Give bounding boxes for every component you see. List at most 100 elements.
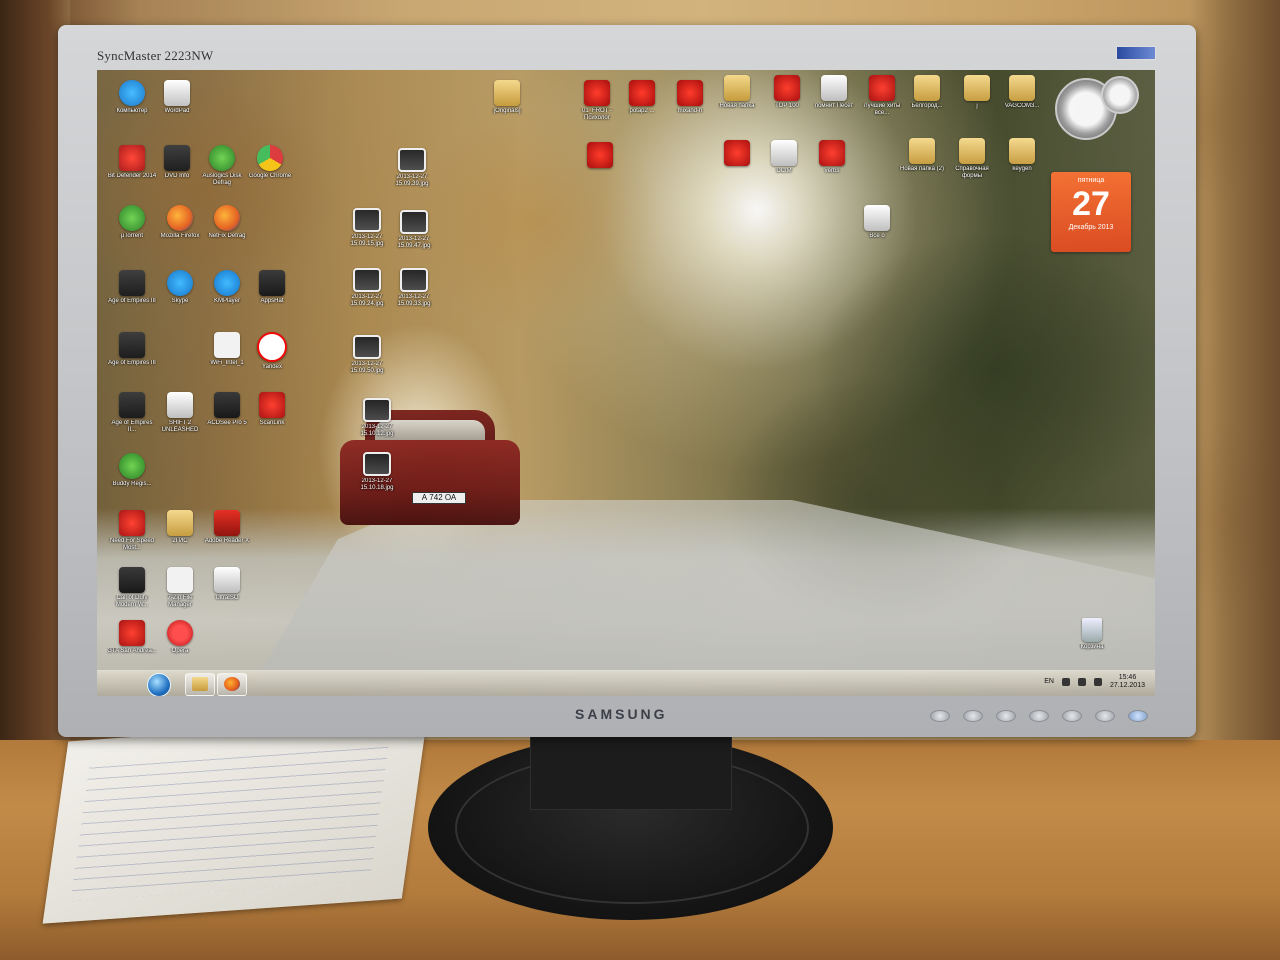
desktop-icon-aoe2[interactable]: Age of Empires III [107,332,157,367]
desktop-icon-2gis[interactable]: 2ГИС [155,510,205,545]
desktop-icon-netfix[interactable]: NetFix Defrag [202,205,252,240]
desktop-icon-label: AppsHat [260,298,284,304]
desktop-icon-top100[interactable]: TOP 100 [762,75,812,110]
recycle-bin[interactable]: Корзина [1072,618,1112,651]
desktop-icon-photo-2[interactable]: 2013-12-27 15.09.15.jpg [342,208,392,248]
desktop-icon-originals[interactable]: [Originals] [482,80,532,115]
desktop-icon-yahoo[interactable]: Bit Defender 2014 [107,145,157,180]
mp3-icon [587,142,613,168]
desktop-icon-label: Need For Speed Most... [109,538,155,551]
desktop-icon-photo-5[interactable]: 2013-12-27 15.09.33.jpg [389,268,439,308]
desktop-icon-label: NetFix Defrag [208,233,246,239]
desktop-icon-label: ACDSee Pro 5 [207,420,247,426]
desktop-icon-photo-3[interactable]: 2013-12-27 15.09.47.jpg [389,210,439,250]
desktop-icon-buddy[interactable]: Buddy Regis... [107,453,157,488]
desktop-icon-luchshie[interactable]: Лучшие хиты все... [857,75,907,117]
image-icon [353,268,381,292]
desktop-icon-ultraiso[interactable]: UltraISO [202,567,252,602]
monitor-power-button[interactable] [1128,710,1148,722]
desktop-icon-media-4[interactable]: verbs [807,140,857,175]
monitor-button-enter[interactable] [1062,710,1082,722]
desktop-icon-mp3-3[interactable]: mixand-h [665,80,715,115]
desktop-icon-opera[interactable]: Opera [155,620,205,655]
game-icon [119,392,145,418]
desktop-icon-label: KMPlayer [213,298,240,304]
monitor-button-magic[interactable] [963,710,983,722]
desktop-icon-photo-8[interactable]: 2013-12-27 15.10.18.jpg [352,452,402,492]
desktop-icon-folder-new-1[interactable]: Новая папка [712,75,762,110]
desktop-icon-folder-new-2[interactable]: Новая папка (2) [897,138,947,173]
desktop-icon-skype[interactable]: Skype [155,270,205,305]
desktop-icon-shift2[interactable]: SHIFT 2 UNLEASHED [155,392,205,434]
desktop-icon-photo-4[interactable]: 2013-12-27 15.09.24.jpg [342,268,392,308]
desktop-icon-mp3-4[interactable] [575,142,625,170]
energy-sticker [1116,46,1156,60]
desktop-icon-appshat[interactable]: AppsHat [247,270,297,305]
desktop-icon-pomnit[interactable]: помнит Песет [809,75,859,110]
desktop-icon-label: Opera [171,648,189,654]
desktop-icon-label: Age of Empires III [108,298,156,304]
desktop-icon-scanlink[interactable]: ScanLink [247,392,297,427]
car-license-plate: А 742 ОА [412,492,466,504]
desktop-icon-label: 2013-12-27 15.09.39.jpg [395,174,429,187]
monitor-button-menu[interactable] [930,710,950,722]
desktop-icon-aoe3[interactable]: Age of Empires II... [107,392,157,434]
desktop-icon-yandex[interactable]: Yandex [247,332,297,371]
desktop-icon-word[interactable]: WordPad [152,80,202,115]
desktop-icon-gta[interactable]: GTA San Andrea... [107,620,157,655]
desktop-icon-keygen[interactable]: keygen [997,138,1047,173]
taskbar-firefox-button[interactable] [217,673,247,696]
desktop-icon-spravka[interactable]: Справочная формы [947,138,997,180]
language-indicator[interactable]: EN [1044,678,1054,686]
desktop-icon-vce[interactable]: Все о [852,205,902,240]
desktop-icon-mp3-1[interactable]: 01_FROT - Психолог [572,80,622,122]
desktop-icon-dvd[interactable]: DVD Info [152,145,202,180]
desktop-icon-label: Google Chrome [248,173,292,179]
ram-meter-gadget[interactable] [1101,76,1139,114]
desktop-icon-computer[interactable]: Компьютер [107,80,157,115]
desktop-icon-mp3-2[interactable]: potap2 ... [617,80,667,115]
desktop-icon-chrome[interactable]: Google Chrome [245,145,295,180]
desktop-icon-folder-j[interactable]: j [952,75,1002,110]
desktop-icon-label: µTorrent [120,233,144,239]
desktop-icon-media-2[interactable] [712,140,762,168]
desktop-icon-photo-7[interactable]: 2013-12-27 15.10.12.jpg [352,398,402,438]
recycle-bin-icon [1082,618,1102,642]
taskbar-explorer-button[interactable] [185,673,215,696]
desktop-icon-7zip[interactable]: 7-Zip File Manager [155,567,205,609]
desktop-icon-vagcom[interactable]: VAGCOM3... [997,75,1047,110]
desktop-icon-cod[interactable]: Call of Duty Modern W... [107,567,157,609]
desktop-icon-photo-6[interactable]: 2013-12-27 15.09.50.jpg [342,335,392,375]
desktop-icon-utorrent[interactable]: µTorrent [107,205,157,240]
monitor-button-auto[interactable] [1095,710,1115,722]
folder-icon [724,75,750,101]
windows-start-icon[interactable] [147,673,171,696]
desktop-icon-nfs[interactable]: Need For Speed Most... [107,510,157,552]
desktop-icon-dcim[interactable]: DCIM [759,140,809,175]
monitor-button-up[interactable] [1029,710,1049,722]
desktop-icon-photo-1[interactable]: 2013-12-27 15.09.39.jpg [387,148,437,188]
image-icon [353,335,381,359]
desktop-icon-diskdefrag[interactable]: Auslogics Disk Defrag [197,145,247,187]
folder-icon [192,677,208,691]
desktop-icon-kmplayer[interactable]: KMPlayer [202,270,252,305]
desktop-icon-wifi[interactable]: WiFi_Intel_1 [202,332,252,367]
desktop-icon-belgorod[interactable]: Белгород... [902,75,952,110]
calendar-gadget[interactable]: пятница 27 Декабрь 2013 [1051,172,1131,252]
desktop-icon-adobe[interactable]: Adobe Reader X [202,510,252,545]
tray-clock[interactable]: 15:46 27.12.2013 [1110,674,1145,690]
app-icon [214,270,240,296]
desktop-icon-label: DCIM [776,168,792,174]
desktop-icon-aoe[interactable]: Age of Empires III [107,270,157,305]
monitor-button-down[interactable] [996,710,1016,722]
tray-network-icon[interactable] [1061,678,1070,686]
desktop-icon-firefox[interactable]: Mozilla Firefox [155,205,205,240]
desktop-icon-label: Call of Duty Modern W... [115,595,149,608]
desktop-icon-acdsee[interactable]: ACDSee Pro 5 [202,392,252,427]
desktop-icon-label: Mozilla Firefox [160,233,200,239]
app-icon [209,145,235,171]
tray-flag-icon[interactable] [1093,678,1102,686]
folder-icon [909,138,935,164]
app-icon [119,145,145,171]
tray-volume-icon[interactable] [1077,678,1086,686]
